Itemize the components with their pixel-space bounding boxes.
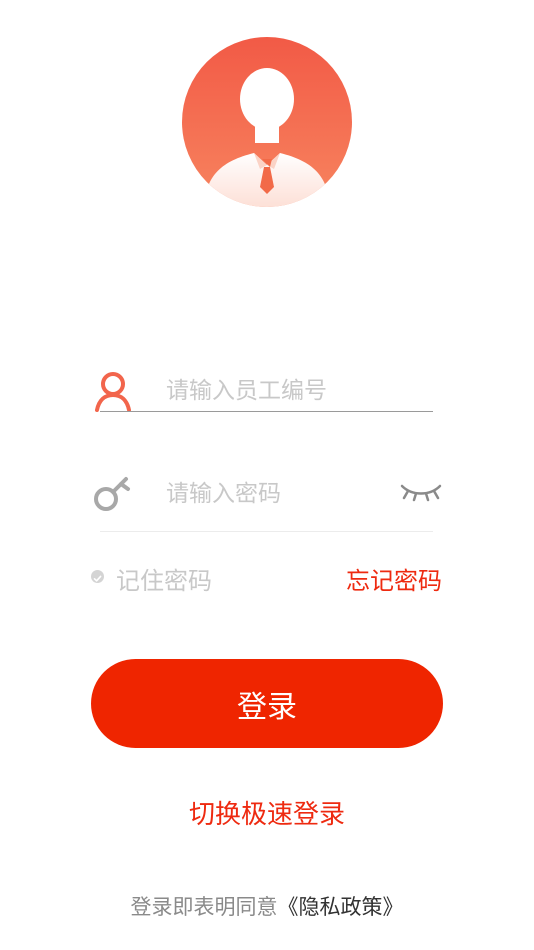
employee-id-input[interactable] [166,374,430,408]
user-icon [95,372,131,412]
agreement-text: 登录即表明同意 [130,895,278,919]
password-input[interactable] [166,477,386,511]
privacy-policy-link[interactable]: 《隐私政策》 [278,895,404,919]
remember-password-label[interactable]: 记住密码 [116,561,212,596]
privacy-agreement: 登录即表明同意《隐私政策》 [0,891,534,921]
employee-id-underline [100,411,433,412]
check-icon [93,575,102,582]
login-button[interactable]: 登录 [91,659,443,748]
key-icon [94,477,130,511]
remember-password-checkbox[interactable] [91,570,104,583]
forgot-password-link[interactable]: 忘记密码 [346,561,442,596]
avatar [182,37,352,207]
switch-quick-login-link[interactable]: 切换极速登录 [0,794,534,831]
password-underline [100,531,433,532]
eye-closed-icon[interactable] [400,480,442,502]
user-silhouette-icon [204,68,330,207]
